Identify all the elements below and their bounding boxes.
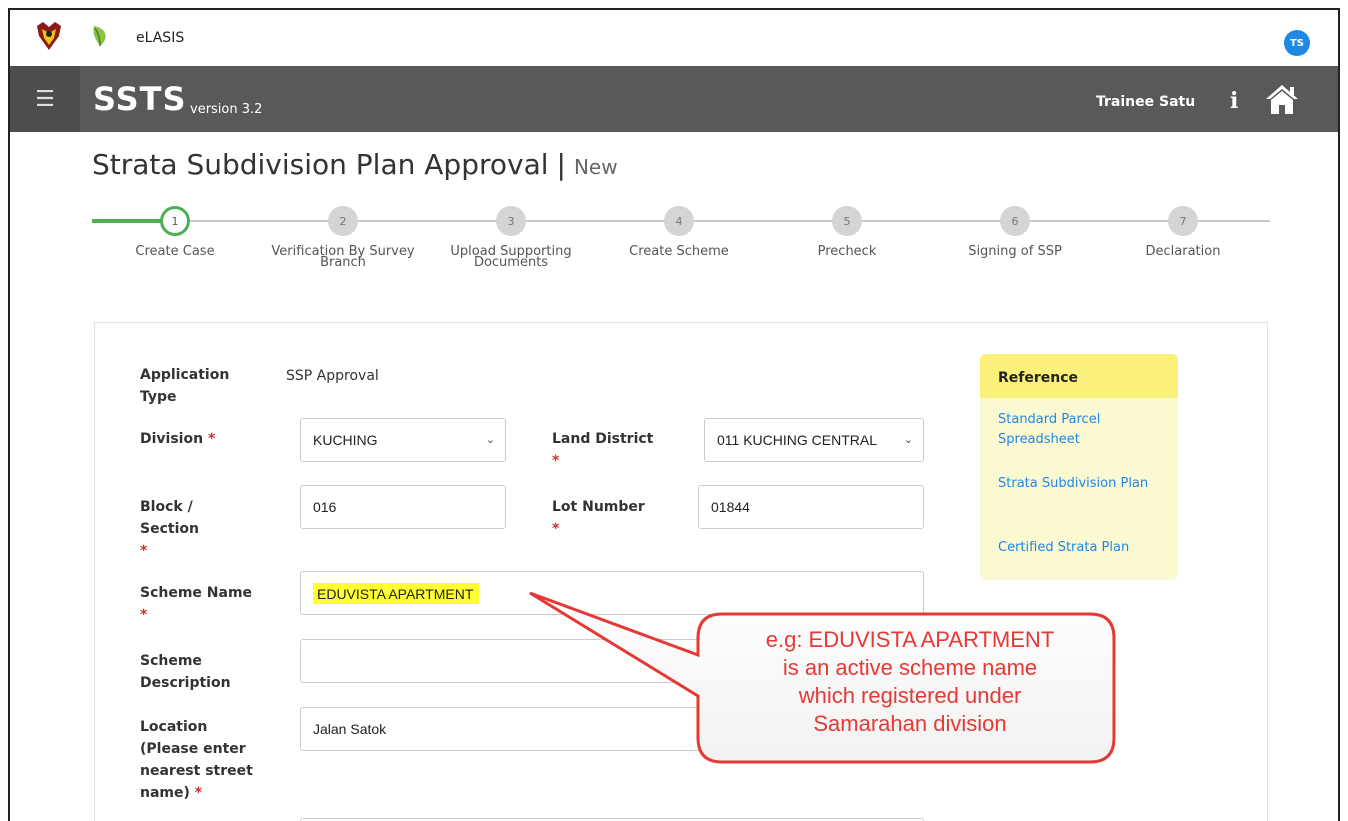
scheme-name-label: Scheme Name * [140,582,270,626]
elasis-leaf-logo [93,26,106,47]
reference-panel: Reference Standard Parcel Spreadsheet St… [980,354,1178,580]
home-icon[interactable] [1264,82,1300,116]
chevron-down-icon: ⌄ [485,434,495,446]
step-6-label: Signing of SSP [968,244,1062,259]
location-label: Location (Please enter nearest street na… [140,716,270,804]
lot-number-label: Lot Number * [552,496,672,540]
app-window: eLASIS TS ☰ SSTS version 3.2 Trainee Sat… [8,8,1340,821]
callout-line-2: is an active scheme name [782,655,1038,680]
page-title: Strata Subdivision Plan Approval | New [92,148,618,181]
step-3-label: Upload Supporting Documents [450,244,572,270]
strata-subdivision-plan-link[interactable]: Strata Subdivision Plan [998,474,1168,494]
step-4-label: Create Scheme [629,244,729,259]
land-district-label-text: Land District [552,431,654,447]
scheme-name-label-text: Scheme Name [140,585,253,601]
step-5-label: Precheck [817,244,877,259]
division-select-value: KUCHING [313,432,378,448]
scheme-name-input[interactable]: EDUVISTA APARTMENT [300,571,924,615]
required-mark: * [552,453,560,469]
step-7-circle[interactable]: 7 [1168,206,1198,236]
lot-number-input[interactable]: 01844 [698,485,924,529]
hamburger-menu-icon[interactable]: ☰ [10,66,80,132]
land-district-label: Land District * [552,428,672,472]
division-label-text: Division [140,431,204,447]
block-section-label-text: Block / Section [140,499,199,537]
callout-line-1: e.g: EDUVISTA APARTMENT [765,627,1055,652]
block-section-input[interactable]: 016 [300,485,506,529]
page-status: New [573,155,618,179]
required-mark: * [552,521,560,537]
standard-parcel-spreadsheet-link[interactable]: Standard Parcel Spreadsheet [998,410,1168,450]
page-title-text: Strata Subdivision Plan Approval [92,148,549,181]
required-mark: * [140,607,148,623]
app-name: eLASIS [136,30,185,46]
lot-number-label-text: Lot Number [552,499,645,515]
scheme-name-value: EDUVISTA APARTMENT [313,582,480,604]
land-district-select[interactable]: 011 KUCHING CENTRAL ⌄ [704,418,924,462]
division-label: Division * [140,428,260,450]
required-mark: * [140,543,148,559]
step-5-circle[interactable]: 5 [832,206,862,236]
application-type-label-text: Application Type [140,367,230,405]
land-district-select-value: 011 KUCHING CENTRAL [717,432,878,448]
progress-stepper: 1 2 3 4 5 6 7 Create Case Verification B… [90,200,1270,290]
state-crest-logo [37,22,61,50]
step-2-circle[interactable]: 2 [328,206,358,236]
block-section-label: Block / Section * [140,496,240,562]
scheme-description-label: Scheme Description [140,650,270,694]
certified-strata-plan-link[interactable]: Certified Strata Plan [998,538,1168,558]
step-4-circle[interactable]: 4 [664,206,694,236]
step-1-circle[interactable]: 1 [160,206,190,236]
stepper-progress-line [92,219,162,223]
user-name[interactable]: Trainee Satu [1096,94,1195,110]
title-separator: | [556,148,566,181]
chevron-down-icon: ⌄ [903,434,913,446]
version-label: version 3.2 [190,102,263,117]
user-avatar[interactable]: TS [1284,30,1310,56]
callout-line-3: which registered under [798,683,1022,708]
step-7-label: Declaration [1145,244,1221,259]
step-3-circle[interactable]: 3 [496,206,526,236]
callout-text: e.g: EDUVISTA APARTMENT is an active sch… [700,626,1120,738]
step-1-label: Create Case [135,244,215,259]
top-bar: eLASIS TS [10,10,1338,66]
required-mark: * [194,785,203,801]
brand-title: SSTS [93,80,187,118]
callout-line-4: Samarahan division [813,711,1007,736]
application-type-label: Application Type [140,364,260,408]
division-select[interactable]: KUCHING ⌄ [300,418,506,462]
reference-title: Reference [980,354,1178,398]
step-2-label: Verification By Survey Branch [271,244,415,270]
main-header: ☰ SSTS version 3.2 Trainee Satu i [10,66,1338,132]
application-type-value: SSP Approval [286,368,379,384]
required-mark: * [207,431,216,447]
scheme-description-label-text: Scheme Description [140,653,231,691]
info-icon[interactable]: i [1230,88,1238,114]
step-6-circle[interactable]: 6 [1000,206,1030,236]
